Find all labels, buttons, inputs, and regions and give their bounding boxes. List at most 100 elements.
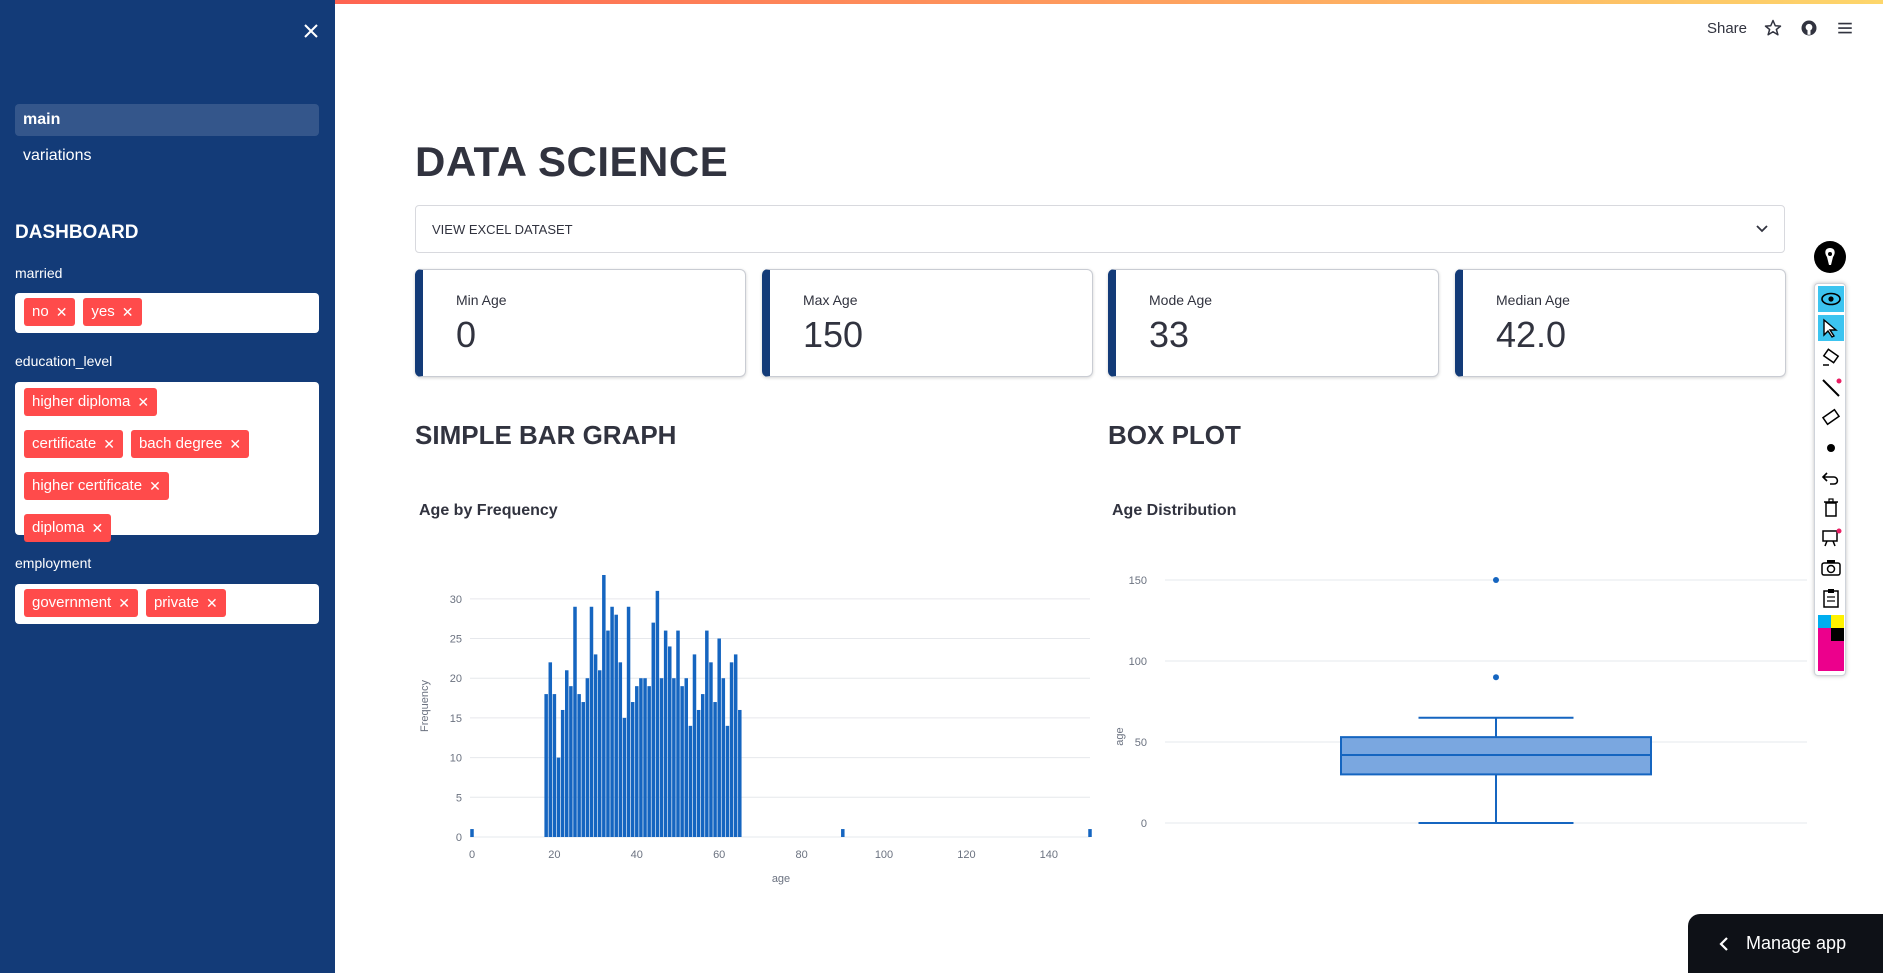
- color-palette-icon[interactable]: [1818, 615, 1844, 673]
- bar: [709, 662, 713, 837]
- y-tick-label: 5: [456, 792, 462, 804]
- metric-label: Mode Age: [1149, 292, 1213, 308]
- filter-label-employment: employment: [15, 555, 92, 571]
- trash-icon[interactable]: [1818, 495, 1844, 521]
- y-tick-label: 30: [450, 594, 462, 606]
- line-icon[interactable]: [1818, 375, 1844, 401]
- metric-card-min-age: Min Age 0: [415, 269, 746, 377]
- highlighter-icon[interactable]: [1818, 345, 1844, 371]
- clipboard-icon[interactable]: [1818, 585, 1844, 611]
- annotation-toolbar: [1814, 283, 1846, 676]
- manage-app-label: Manage app: [1746, 933, 1847, 953]
- sidebar: main variations DASHBOARD married no ✕ ye…: [0, 0, 335, 973]
- y-tick-label: 0: [456, 832, 462, 844]
- page-title: DATA SCIENCE: [415, 138, 729, 185]
- tag-chip[interactable]: private ✕: [145, 589, 226, 617]
- y-tick-label: 10: [450, 753, 462, 765]
- y-tick-label: 50: [1135, 737, 1147, 749]
- tag-chip[interactable]: certificate ✕: [24, 430, 123, 458]
- remove-tag-icon[interactable]: ✕: [103, 430, 115, 458]
- cursor-icon[interactable]: [1818, 315, 1844, 341]
- undo-icon[interactable]: [1818, 465, 1844, 491]
- remove-tag-icon[interactable]: ✕: [56, 298, 68, 326]
- bar: [643, 678, 647, 837]
- y-axis-label: Frequency: [419, 680, 431, 732]
- eraser-icon[interactable]: [1818, 405, 1844, 431]
- remove-tag-icon[interactable]: ✕: [229, 430, 241, 458]
- bar: [614, 614, 618, 837]
- pen-icon[interactable]: [1814, 241, 1846, 273]
- y-axis-label: age: [1114, 727, 1126, 745]
- multiselect-married[interactable]: no ✕ yes ✕: [15, 293, 319, 333]
- y-tick-label: 100: [1129, 656, 1147, 668]
- bar: [717, 638, 721, 837]
- metric-card-median-age: Median Age 42.0: [1455, 269, 1786, 377]
- tag-chip[interactable]: government ✕: [24, 589, 138, 617]
- remove-tag-icon[interactable]: ✕: [118, 589, 130, 617]
- close-icon[interactable]: [300, 20, 322, 42]
- hamburger-menu-icon[interactable]: [1835, 18, 1855, 38]
- bar: [841, 829, 845, 837]
- remove-tag-icon[interactable]: ✕: [206, 589, 218, 617]
- y-tick-label: 20: [450, 673, 462, 685]
- tag-chip[interactable]: diploma ✕: [24, 514, 112, 542]
- github-icon[interactable]: [1799, 18, 1819, 38]
- manage-app-button[interactable]: Manage app: [1688, 914, 1883, 973]
- metric-label: Min Age: [456, 292, 507, 308]
- share-button[interactable]: Share: [1707, 20, 1747, 37]
- bar: [593, 654, 598, 837]
- bar: [651, 622, 656, 837]
- sidebar-item-variations[interactable]: variations: [15, 140, 319, 172]
- metric-value: 150: [803, 314, 864, 355]
- eye-icon[interactable]: [1818, 286, 1844, 312]
- remove-tag-icon[interactable]: ✕: [92, 514, 104, 542]
- metric-card-max-age: Max Age 150: [762, 269, 1093, 377]
- bar: [577, 694, 581, 837]
- dot-icon[interactable]: [1818, 435, 1844, 461]
- tag-chip[interactable]: no ✕: [24, 298, 76, 326]
- tag-chip[interactable]: bach degree ✕: [130, 430, 250, 458]
- whiteboard-icon[interactable]: [1818, 525, 1844, 551]
- tag-chip[interactable]: higher diploma ✕: [24, 388, 158, 416]
- metric-label: Max Age: [803, 292, 858, 308]
- dataset-expander[interactable]: VIEW EXCEL DATASET: [415, 205, 1785, 253]
- remove-tag-icon[interactable]: ✕: [137, 388, 149, 416]
- chevron-left-icon: [1719, 936, 1728, 951]
- remove-tag-icon[interactable]: ✕: [122, 298, 134, 326]
- bar: [655, 590, 660, 837]
- star-icon[interactable]: [1763, 18, 1783, 38]
- bar: [552, 694, 557, 837]
- filter-label-married: married: [15, 265, 63, 281]
- bar: [668, 646, 672, 837]
- bar-section-title: SIMPLE BAR GRAPH: [415, 420, 677, 450]
- outlier-point: [1493, 577, 1499, 583]
- tag-label: bach degree: [138, 435, 223, 452]
- bar: [696, 709, 701, 837]
- bar: [626, 606, 631, 837]
- expander-label: VIEW EXCEL DATASET: [432, 222, 573, 237]
- bar: [470, 829, 474, 837]
- multiselect-employment[interactable]: government ✕ private ✕: [15, 584, 319, 624]
- y-tick-label: 25: [450, 634, 462, 646]
- bar: [725, 725, 730, 837]
- metric-value: 33: [1149, 314, 1190, 355]
- metric-value: 0: [456, 314, 477, 355]
- bar: [700, 694, 705, 837]
- bar: [688, 725, 693, 837]
- bar: [672, 678, 676, 837]
- sidebar-item-main[interactable]: main: [15, 104, 319, 136]
- tag-chip[interactable]: higher certificate ✕: [24, 472, 169, 500]
- bar: [713, 702, 717, 837]
- bar: [1088, 829, 1092, 837]
- multiselect-education-level[interactable]: higher diploma ✕ certificate ✕ bach degree…: [15, 382, 319, 542]
- bar: [602, 575, 606, 837]
- remove-tag-icon[interactable]: ✕: [149, 472, 161, 500]
- bar: [705, 630, 709, 837]
- x-tick-label: 80: [795, 849, 807, 861]
- camera-icon[interactable]: [1818, 555, 1844, 581]
- filter-label-education-level: education_level: [15, 353, 113, 369]
- bar: [569, 686, 573, 837]
- x-tick-label: 40: [631, 849, 643, 861]
- x-tick-label: 0: [469, 849, 475, 861]
- tag-chip[interactable]: yes ✕: [83, 298, 142, 326]
